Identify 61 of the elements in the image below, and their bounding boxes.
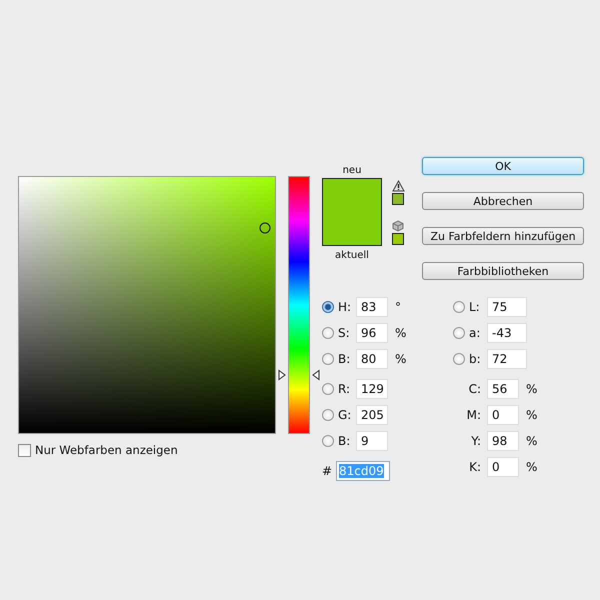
websafe-swatch[interactable] <box>392 233 404 245</box>
radio-button[interactable] <box>322 301 334 313</box>
unit-label: % <box>526 434 538 448</box>
dialog-button[interactable]: Abbrechen <box>422 192 584 210</box>
radio-button[interactable] <box>322 327 334 339</box>
input-field[interactable]: 0 <box>487 457 519 477</box>
input-field[interactable]: 205 <box>356 405 388 425</box>
input-field[interactable]: 56 <box>487 379 519 399</box>
radio-button[interactable] <box>453 301 465 313</box>
unit-label: ° <box>395 300 401 314</box>
field-label: B: <box>338 352 352 366</box>
radio-button[interactable] <box>453 327 465 339</box>
radio-button[interactable] <box>322 353 334 365</box>
field-label: Y: <box>470 434 482 448</box>
input-field[interactable]: 98 <box>487 431 519 451</box>
dialog-button[interactable]: OK <box>422 157 584 175</box>
gamut-swatch[interactable] <box>392 193 404 205</box>
dialog-button[interactable]: Zu Farbfeldern hinzufügen <box>422 227 584 245</box>
field-label: K: <box>468 460 482 474</box>
field-label: L: <box>469 300 481 314</box>
current-color-label: aktuell <box>334 250 370 261</box>
input-field[interactable]: 83 <box>356 297 388 317</box>
field-label: C: <box>468 382 482 396</box>
radio-button[interactable] <box>322 435 334 447</box>
color-field[interactable] <box>18 176 276 434</box>
cube-icon <box>392 220 404 232</box>
input-field[interactable]: 80 <box>356 349 388 369</box>
field-label: B: <box>338 434 352 448</box>
input-field[interactable]: 75 <box>487 297 527 317</box>
radio-button[interactable] <box>322 409 334 421</box>
unit-label: % <box>526 382 538 396</box>
input-field[interactable]: 9 <box>356 431 388 451</box>
field-label: a: <box>469 326 482 340</box>
warning-icon <box>392 180 405 192</box>
input-field[interactable]: -43 <box>487 323 527 343</box>
hue-slider-handle[interactable] <box>278 369 320 380</box>
field-label: H: <box>338 300 352 314</box>
field-label: R: <box>338 382 352 396</box>
input-field[interactable]: 0 <box>487 405 519 425</box>
field-label: S: <box>338 326 351 340</box>
radio-button[interactable] <box>453 353 465 365</box>
dialog-button[interactable]: Farbbibliotheken <box>422 262 584 280</box>
color-picker-handle[interactable] <box>259 222 270 234</box>
field-label: b: <box>469 352 482 366</box>
input-field[interactable]: 96 <box>356 323 388 343</box>
unit-label: % <box>526 460 538 474</box>
unit-label: % <box>395 326 406 340</box>
input-field[interactable]: 72 <box>487 349 527 369</box>
unit-label: % <box>526 408 538 422</box>
field-label: G: <box>338 408 352 422</box>
hex-label: # <box>322 464 334 478</box>
new-color-label: neu <box>342 165 362 176</box>
input-field[interactable]: 129 <box>356 379 388 399</box>
unit-label: % <box>395 352 406 366</box>
current-color-swatch[interactable] <box>323 212 381 245</box>
field-label: M: <box>466 408 482 422</box>
hue-slider[interactable] <box>278 176 320 434</box>
checkbox-label: Nur Webfarben anzeigen <box>35 443 178 457</box>
checkbox[interactable] <box>18 444 31 456</box>
selected-text: 81cd09 <box>339 464 384 478</box>
radio-button[interactable] <box>322 383 334 395</box>
